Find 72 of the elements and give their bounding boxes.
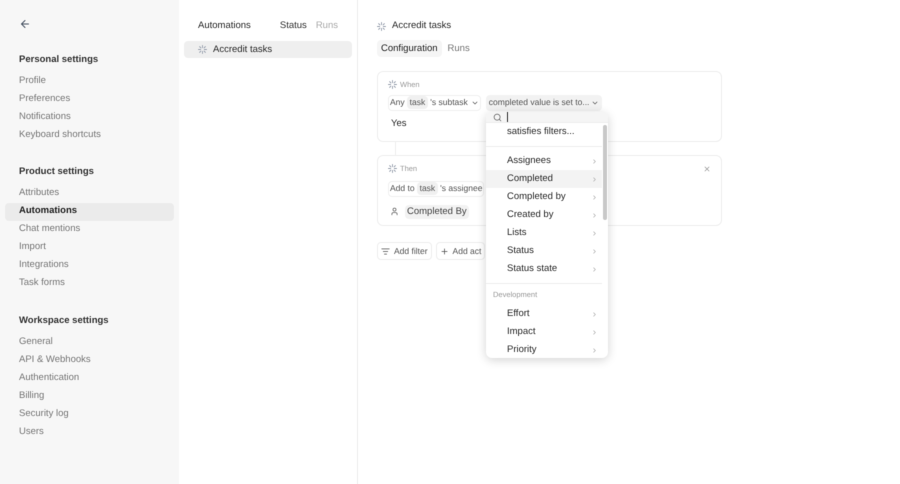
menu-item[interactable]: Effort: [486, 305, 602, 324]
sidebar-item[interactable]: Notifications: [5, 108, 174, 126]
sidebar-item[interactable]: Chat mentions: [5, 220, 174, 238]
sidebar-item[interactable]: Task forms: [5, 274, 174, 292]
plus-icon: [440, 246, 449, 256]
user-icon: [390, 207, 399, 216]
chevron-right-icon: [591, 176, 598, 182]
sidebar-item[interactable]: Profile: [5, 72, 174, 90]
sparkle-icon: [377, 22, 386, 31]
section-heading: Personal settings: [18, 53, 100, 67]
menu-item[interactable]: Priority: [486, 341, 602, 358]
sparkle-icon: [388, 164, 397, 174]
tab[interactable]: Configuration: [377, 40, 442, 58]
chevron-right-icon: [591, 310, 598, 318]
chevron-right-icon: [591, 212, 598, 218]
chevron-right-icon: [591, 266, 598, 272]
phrase-text: Add to: [390, 182, 415, 195]
menu-item[interactable]: satisfies filters...: [486, 123, 602, 141]
action-select[interactable]: Add to task 's assignee: [388, 180, 484, 196]
sparkle-icon: [388, 80, 397, 90]
menu-item[interactable]: Completed: [486, 170, 602, 188]
chevron-right-icon: [591, 230, 598, 236]
sparkle-icon: [198, 45, 207, 54]
column-heading: Status: [280, 19, 307, 33]
value-text: Yes: [390, 116, 406, 130]
phrase-text: 's subtask: [430, 96, 468, 109]
add-filter-button[interactable]: Add filter: [377, 242, 432, 260]
sidebar-item[interactable]: General: [5, 332, 174, 351]
phrase-text: 's assignee: [440, 182, 482, 195]
filter-icon: [381, 246, 390, 256]
subject-select[interactable]: Any task 's subtask: [388, 94, 481, 110]
chevron-right-icon: [591, 328, 598, 336]
text-cursor: [507, 112, 508, 122]
phrase-text: Any: [390, 96, 405, 109]
sidebar-item[interactable]: Users: [5, 422, 174, 441]
sidebar-item[interactable]: Billing: [5, 386, 174, 405]
menu-item[interactable]: Impact: [486, 323, 602, 342]
sidebar-item[interactable]: Integrations: [5, 256, 174, 274]
panel-title: Automations: [198, 19, 252, 33]
chevron-right-icon: [591, 194, 598, 200]
menu-item[interactable]: Completed by: [486, 188, 602, 206]
section-heading: Workspace settings: [18, 314, 110, 328]
chevron-right-icon: [591, 248, 598, 254]
sidebar-item[interactable]: Security log: [5, 404, 174, 423]
tab[interactable]: Runs: [444, 40, 474, 58]
sidebar-item[interactable]: Import: [5, 238, 174, 256]
token-chip: task: [416, 182, 438, 195]
sidebar-item[interactable]: Authentication: [5, 368, 174, 387]
menu-item[interactable]: Assignees: [486, 152, 602, 170]
section-heading: Product settings: [18, 165, 95, 180]
sidebar-item[interactable]: Attributes: [5, 184, 174, 202]
chevron-right-icon: [591, 158, 598, 164]
search-field[interactable]: [486, 112, 608, 123]
automation-item[interactable]: Accredit tasks: [184, 41, 352, 58]
automation-title: Accredit tasks: [392, 19, 452, 33]
menu-item[interactable]: Status state: [486, 260, 602, 278]
sidebar-item[interactable]: API & Webhooks: [5, 350, 174, 369]
token-chip: task: [406, 96, 428, 109]
back-icon: [19, 18, 31, 30]
add-action-button[interactable]: Add act: [436, 242, 486, 260]
column-heading: Runs: [316, 19, 338, 33]
menu-item[interactable]: Lists: [486, 224, 602, 242]
sidebar-item[interactable]: Automations: [5, 202, 174, 220]
condition-select[interactable]: completed value is set to...: [486, 94, 602, 110]
value-chip: Completed By: [405, 204, 469, 219]
menu-item[interactable]: Created by: [486, 206, 602, 224]
close-icon[interactable]: [703, 164, 711, 173]
sidebar-item[interactable]: Keyboard shortcuts: [5, 126, 174, 144]
search-icon: [493, 112, 502, 122]
sidebar-item[interactable]: Preferences: [5, 90, 174, 108]
menu-item[interactable]: Status: [486, 242, 602, 260]
chevron-right-icon: [591, 346, 598, 354]
